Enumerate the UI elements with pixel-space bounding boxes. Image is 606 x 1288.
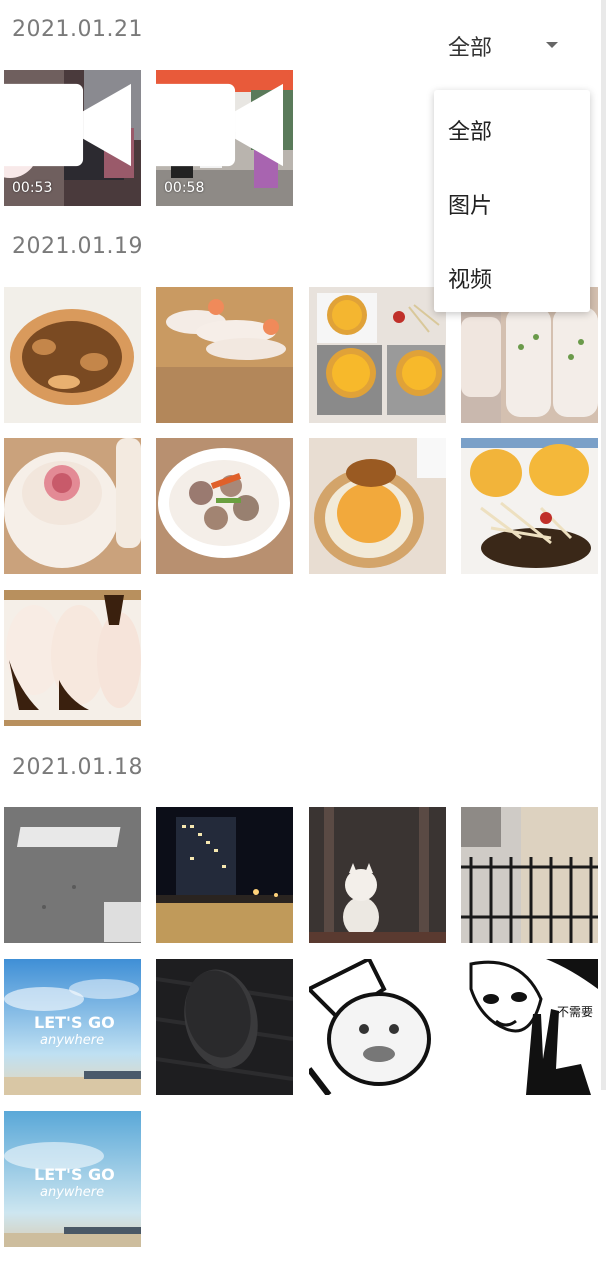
- photo-thumbnail[interactable]: [309, 959, 446, 1095]
- filter-menu: 全部 图片 视频: [434, 90, 590, 312]
- overlay-text: anywhere: [40, 1033, 105, 1048]
- photo-thumbnail[interactable]: [156, 287, 293, 423]
- video-thumbnail[interactable]: 00:53: [4, 70, 141, 206]
- video-camera-icon: [4, 83, 131, 167]
- photo-thumbnail[interactable]: [4, 807, 141, 943]
- photo-thumbnail[interactable]: LET'S GO anywhere: [4, 1111, 141, 1247]
- section-date: 2021.01.19: [12, 234, 143, 259]
- overlay-text: LET'S GO: [34, 1013, 115, 1032]
- photo-thumbnail[interactable]: [156, 438, 293, 574]
- video-camera-icon: [156, 83, 283, 167]
- overlay-text: anywhere: [40, 1185, 105, 1200]
- photo-image: [309, 438, 446, 574]
- photo-image: [4, 807, 141, 943]
- photo-thumbnail[interactable]: [461, 807, 598, 943]
- gallery-page: 2021.01.21 00:53 00:58 2021.01.19 2021.0…: [0, 0, 606, 1288]
- photo-image: [461, 959, 598, 1095]
- section-date: 2021.01.18: [12, 755, 143, 780]
- photo-thumbnail[interactable]: 不需要: [461, 959, 598, 1095]
- photo-thumbnail[interactable]: [4, 287, 141, 423]
- photo-image: [461, 807, 598, 943]
- photo-thumbnail[interactable]: LET'S GO anywhere: [4, 959, 141, 1095]
- section-date: 2021.01.21: [12, 17, 143, 42]
- overlay-text: LET'S GO: [34, 1165, 115, 1184]
- photo-image: [461, 438, 598, 574]
- photo-image: [309, 807, 446, 943]
- photo-thumbnail[interactable]: [4, 438, 141, 574]
- photo-image: [309, 287, 446, 423]
- photo-thumbnail[interactable]: [309, 287, 446, 423]
- photo-thumbnail[interactable]: [4, 590, 141, 726]
- overlay-text: 不需要: [557, 1005, 594, 1019]
- photo-image: [156, 438, 293, 574]
- photo-thumbnail[interactable]: [156, 959, 293, 1095]
- video-thumbnail[interactable]: 00:58: [156, 70, 293, 206]
- caret-down-icon[interactable]: [544, 40, 560, 50]
- filter-dropdown-label[interactable]: 全部: [448, 30, 492, 62]
- scrollbar[interactable]: [601, 0, 606, 1090]
- photo-thumbnail[interactable]: [461, 438, 598, 574]
- menu-item-images[interactable]: 图片: [448, 188, 492, 220]
- photo-image: [156, 807, 293, 943]
- menu-item-videos[interactable]: 视频: [448, 262, 492, 294]
- photo-image: [156, 959, 293, 1095]
- photo-thumbnail[interactable]: [309, 438, 446, 574]
- photo-image: [4, 287, 141, 423]
- photo-thumbnail[interactable]: [156, 807, 293, 943]
- menu-item-all[interactable]: 全部: [448, 114, 492, 146]
- photo-image: [156, 287, 293, 423]
- photo-thumbnail[interactable]: [309, 807, 446, 943]
- photo-image: [309, 959, 446, 1095]
- photo-image: [4, 438, 141, 574]
- photo-image: [4, 590, 141, 726]
